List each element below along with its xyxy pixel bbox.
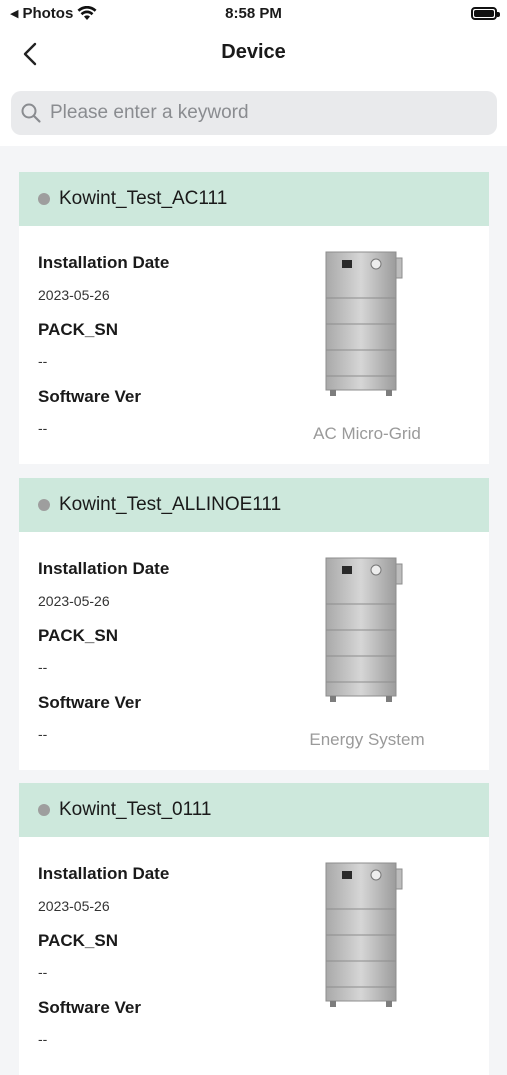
software-ver-label: Software Ver xyxy=(38,693,141,712)
device-name: Kowint_Test_ALLINOE111 xyxy=(59,494,282,515)
device-card[interactable]: Kowint_Test_AC111 Installation Date 2023… xyxy=(19,172,489,464)
pack-sn-value: -- xyxy=(38,964,48,980)
device-type-label: Energy System xyxy=(309,730,425,749)
device-card-header[interactable]: Kowint_Test_ALLINOE111 xyxy=(19,478,489,532)
device-card[interactable]: Kowint_Test_0111 Installation Date 2023-… xyxy=(19,783,489,1075)
installation-date-value: 2023-05-26 xyxy=(38,287,110,303)
software-ver-value: -- xyxy=(38,1031,48,1047)
device-name: Kowint_Test_AC111 xyxy=(59,188,228,209)
pack-sn-value: -- xyxy=(38,353,48,369)
page-title: Device xyxy=(221,41,286,63)
software-ver-value: -- xyxy=(38,726,48,742)
device-card[interactable]: Kowint_Test_ALLINOE111 Installation Date… xyxy=(19,478,489,770)
installation-date-value: 2023-05-26 xyxy=(38,898,110,914)
installation-date-label: Installation Date xyxy=(38,253,170,272)
search-input[interactable] xyxy=(48,101,472,125)
installation-date-label: Installation Date xyxy=(38,864,170,883)
search-box[interactable] xyxy=(11,91,497,135)
battery-icon xyxy=(471,7,500,20)
battery-cabinet-image xyxy=(325,251,403,396)
pack-sn-label: PACK_SN xyxy=(38,626,118,645)
installation-date-label: Installation Date xyxy=(38,559,170,578)
status-time: 8:58 PM xyxy=(225,5,282,22)
software-ver-label: Software Ver xyxy=(38,387,141,406)
search-icon xyxy=(21,103,41,123)
software-ver-label: Software Ver xyxy=(38,998,141,1017)
device-type-label: AC Micro-Grid xyxy=(313,424,421,443)
status-dot xyxy=(38,804,50,816)
device-name: Kowint_Test_0111 xyxy=(59,799,212,820)
battery-cabinet-image xyxy=(325,557,403,702)
nav-bar: Device xyxy=(0,28,507,80)
status-dot xyxy=(38,499,50,511)
software-ver-value: -- xyxy=(38,420,48,436)
battery-cabinet-image xyxy=(325,862,403,1007)
status-dot xyxy=(38,193,50,205)
device-card-header[interactable]: Kowint_Test_0111 xyxy=(19,783,489,837)
installation-date-value: 2023-05-26 xyxy=(38,593,110,609)
pack-sn-label: PACK_SN xyxy=(38,931,118,950)
status-bar: ◀ Photos 8:58 PM xyxy=(0,0,507,28)
pack-sn-value: -- xyxy=(38,659,48,675)
search-bar xyxy=(0,80,507,146)
device-card-header[interactable]: Kowint_Test_AC111 xyxy=(19,172,489,226)
pack-sn-label: PACK_SN xyxy=(38,320,118,339)
